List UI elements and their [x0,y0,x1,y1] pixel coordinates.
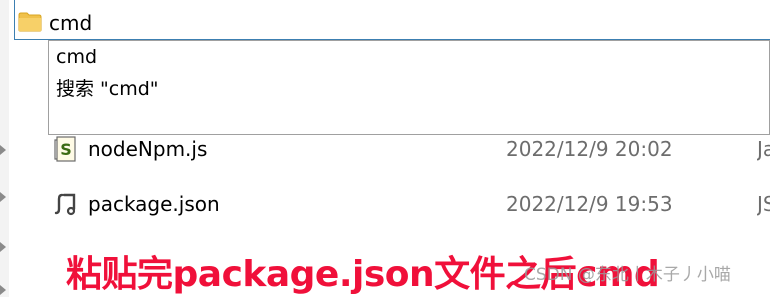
folder-icon [18,12,42,32]
svg-text:S: S [60,140,72,159]
address-input[interactable]: cmd [49,11,92,35]
expand-chevron-icon[interactable] [0,285,6,295]
file-modified-date: 2022/12/9 19:53 [506,192,673,216]
navigation-pane-edge [0,0,9,297]
json-file-icon [54,193,76,216]
expand-chevron-icon[interactable] [0,242,6,252]
file-type: Ja [757,137,770,161]
file-type: JS [757,192,770,216]
expand-chevron-icon[interactable] [0,145,6,155]
watermark: CSDN @东北丨木子丿小喵 [524,265,731,285]
file-modified-date: 2022/12/9 20:02 [506,137,673,161]
file-name: package.json [88,192,220,216]
js-file-icon: S [54,136,76,162]
file-row-package-json[interactable]: package.json 2022/12/9 19:53 JS [48,182,770,226]
autocomplete-option-search[interactable]: 搜索 "cmd" [56,77,159,101]
autocomplete-option-cmd[interactable]: cmd [56,45,97,69]
expand-chevron-icon[interactable] [0,192,6,202]
address-bar[interactable] [14,0,770,40]
file-name: nodeNpm.js [88,137,208,161]
autocomplete-dropdown: cmd 搜索 "cmd" [48,40,770,135]
